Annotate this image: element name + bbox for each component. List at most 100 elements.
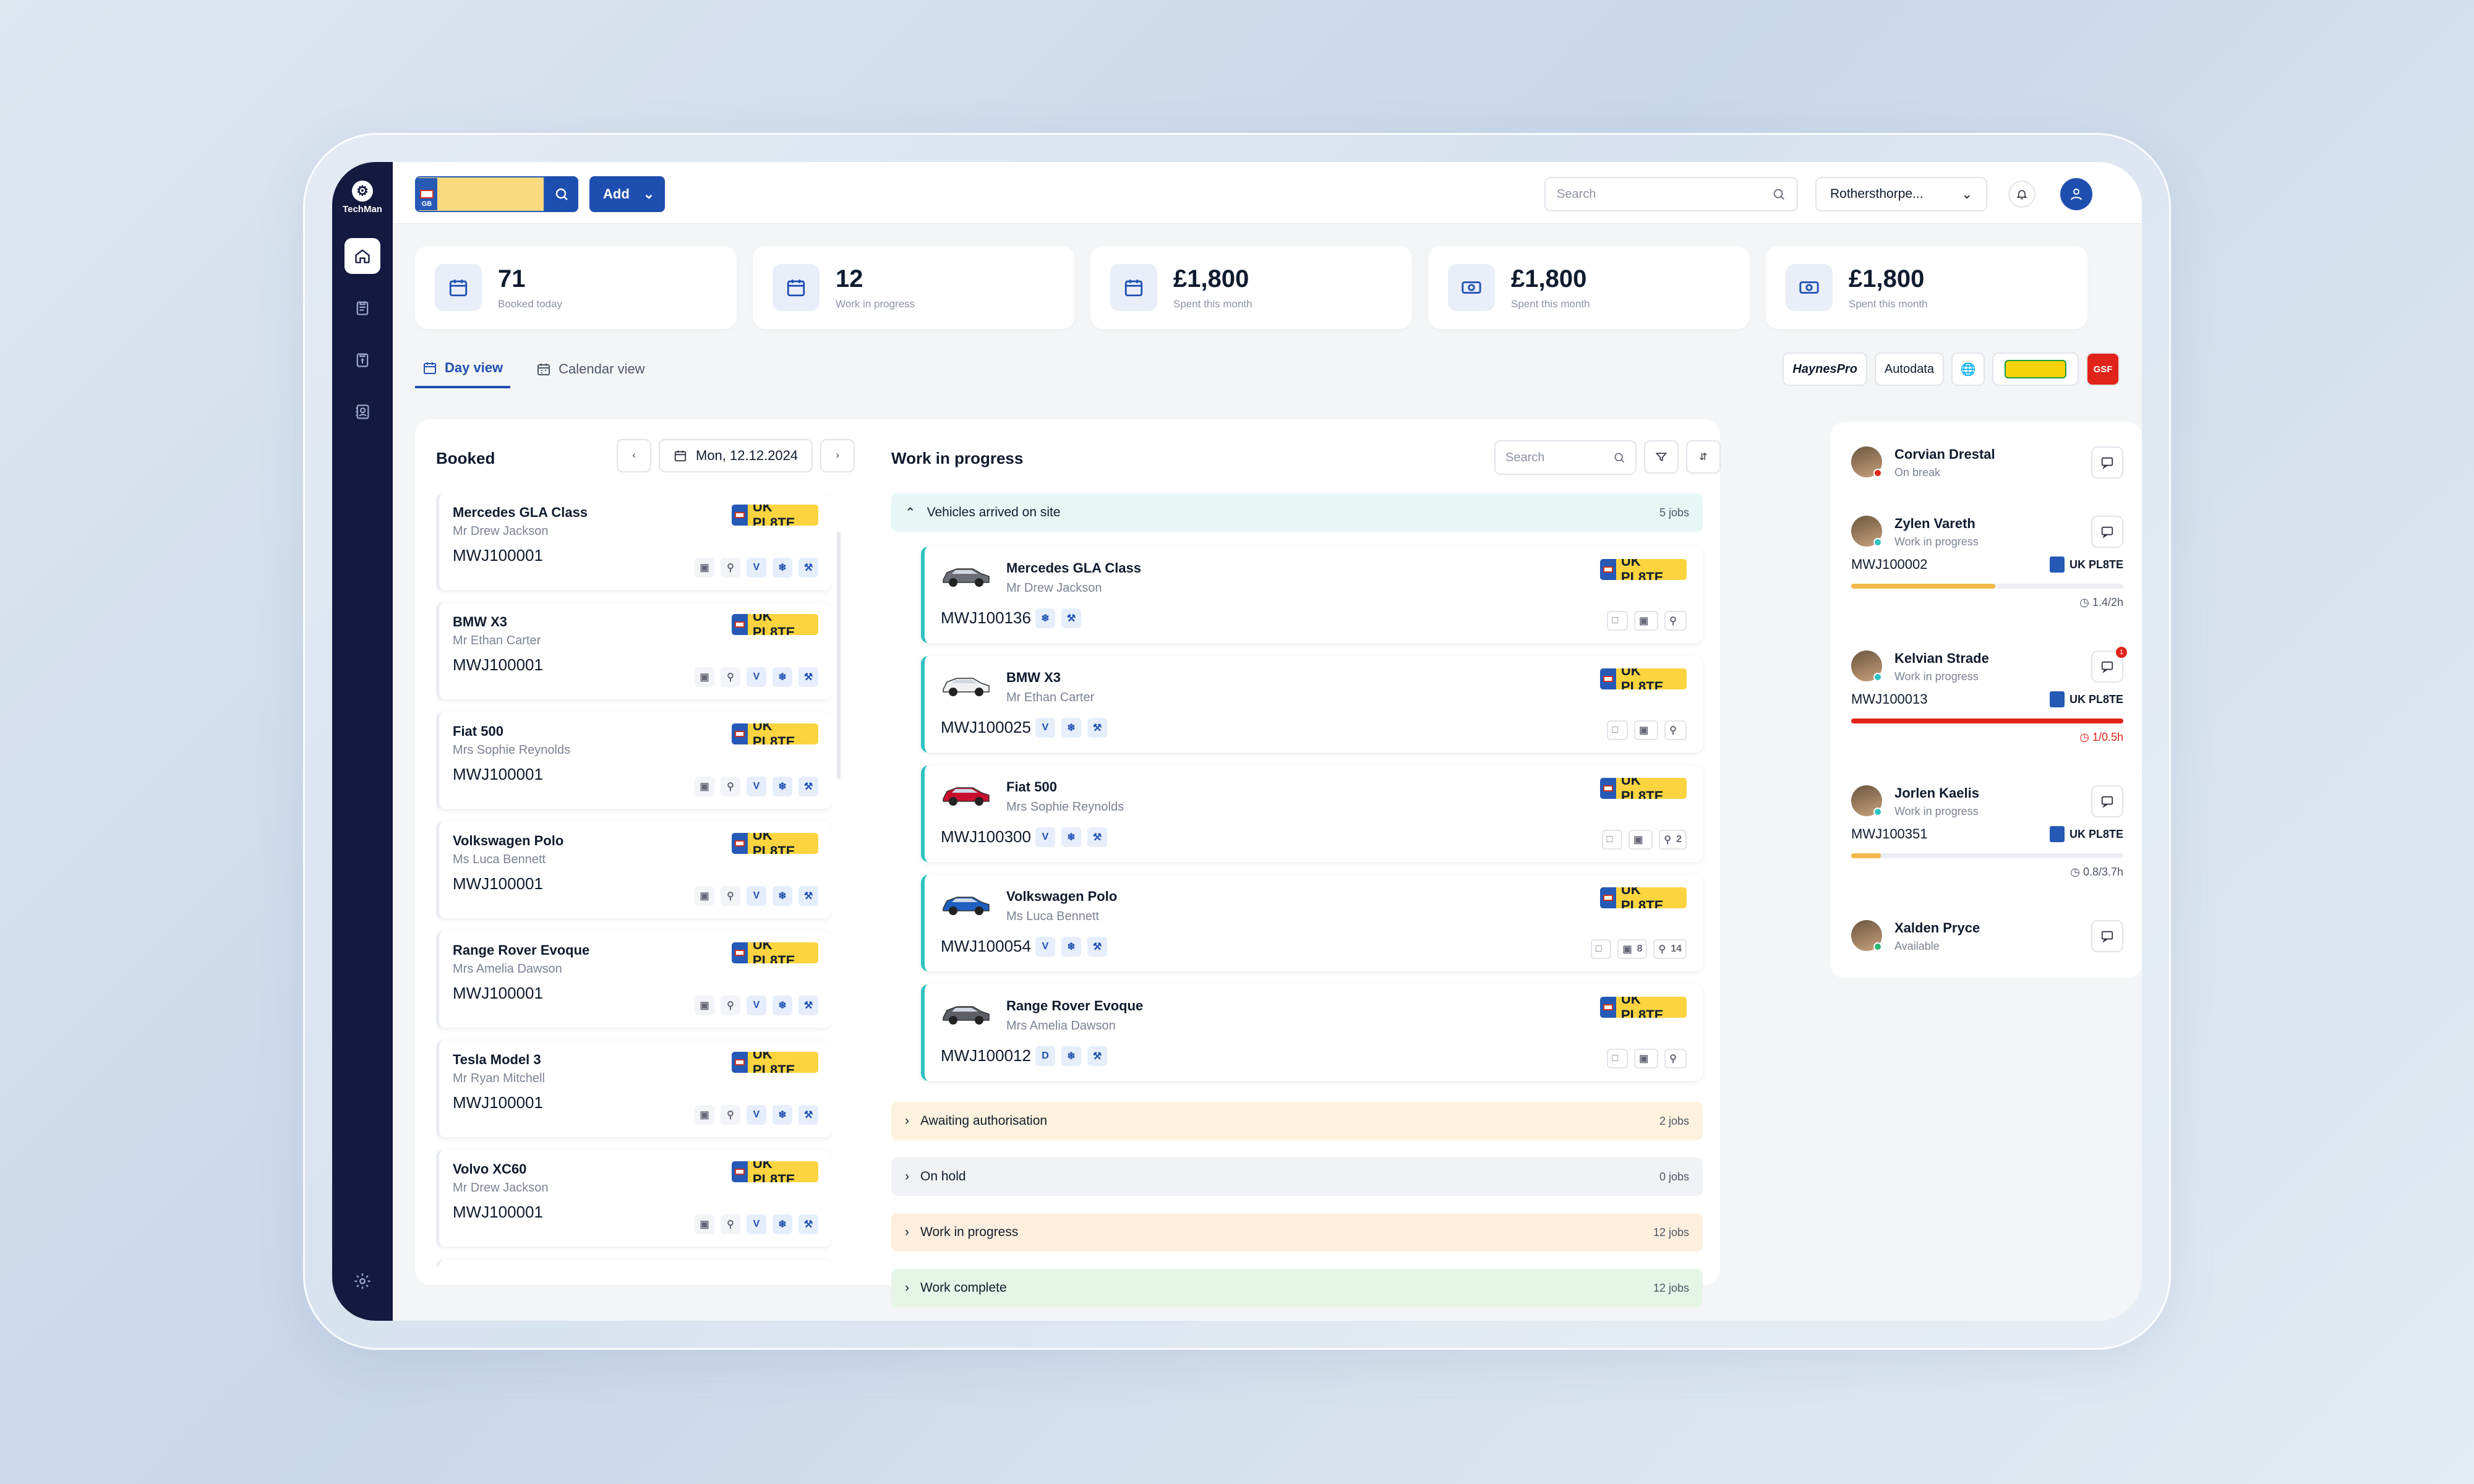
filter-button[interactable]: [1644, 440, 1679, 474]
seat-button[interactable]: ▣: [1634, 720, 1659, 740]
status-group-header[interactable]: › Awaiting authorisation 2 jobs: [891, 1102, 1703, 1140]
key-button[interactable]: ⚲ 14: [1653, 939, 1687, 959]
booked-list[interactable]: Mercedes GLA Class Mr Drew Jackson MWJ1000…: [436, 493, 832, 1266]
nav-home[interactable]: [345, 238, 380, 274]
car-model: Fiat 500: [1006, 779, 1057, 795]
job-number: MWJ100013: [1851, 691, 1928, 707]
status-dot: [1873, 538, 1882, 547]
comment-button[interactable]: □: [1607, 1049, 1629, 1068]
globe-icon[interactable]: 🌐: [1951, 352, 1985, 386]
wrench-icon: ⚒: [798, 558, 818, 578]
nav-jobs[interactable]: [345, 290, 380, 326]
comment-button[interactable]: □: [1607, 611, 1629, 631]
next-day-button[interactable]: ›: [820, 439, 855, 472]
number-plate: UK PL8TE: [732, 505, 818, 526]
booked-job-card[interactable]: BMW X3UK PL8TE: [436, 1260, 832, 1266]
booked-job-card[interactable]: Mercedes GLA Class Mr Drew Jackson MWJ1000…: [436, 493, 832, 590]
user-avatar-button[interactable]: [2060, 178, 2092, 210]
status-group-header[interactable]: ⌃ Vehicles arrived on site 5 jobs: [891, 493, 1703, 532]
key-button[interactable]: ⚲ 2: [1659, 830, 1687, 850]
autodata-logo[interactable]: Autodata: [1874, 352, 1944, 386]
stat-label: Spent this month: [1173, 297, 1252, 310]
message-button[interactable]: [2091, 516, 2123, 548]
gb-flag-icon: [1600, 887, 1616, 908]
card-actions: □ ▣ ⚲: [1607, 1049, 1687, 1068]
seat-button[interactable]: ▣ 8: [1617, 939, 1648, 959]
technician-name: Xalden Pryce: [1894, 920, 1980, 936]
location-select[interactable]: Rothersthorpe... ⌄: [1815, 177, 1987, 211]
notifications-button[interactable]: [2008, 181, 2035, 208]
wip-job-card[interactable]: Range Rover Evoque Mrs Amelia Dawson MWJ10…: [921, 984, 1703, 1081]
clipboard-icon: [356, 301, 369, 315]
gb-flag-icon: [732, 1052, 748, 1073]
global-search-input[interactable]: Search: [1544, 177, 1798, 211]
nav-settings[interactable]: [353, 1272, 372, 1294]
plate-search-button[interactable]: [545, 176, 578, 212]
comment-icon: □: [1595, 944, 1602, 954]
euro-car-parts-logo[interactable]: [1992, 352, 2079, 386]
key-button[interactable]: ⚲: [1664, 611, 1687, 631]
time-progress-bar: [1851, 719, 2123, 723]
tab-calendar-view[interactable]: Calendar view: [529, 360, 652, 388]
booked-job-card[interactable]: Fiat 500 Mrs Sophie Reynolds MWJ100001 UK P…: [436, 712, 832, 809]
stat-label: Spent this month: [1511, 297, 1590, 310]
wrench-icon: ⚒: [1087, 937, 1107, 957]
booked-scrollbar[interactable]: [837, 532, 841, 779]
booked-job-card[interactable]: Tesla Model 3 Mr Ryan Mitchell MWJ100001 UK…: [436, 1041, 832, 1137]
nav-invoices[interactable]: [345, 342, 380, 378]
seat-button[interactable]: ▣: [1634, 611, 1659, 631]
key-button[interactable]: ⚲: [1664, 1049, 1687, 1068]
plate-search-input[interactable]: GB: [415, 176, 545, 212]
add-button[interactable]: Add ⌄: [589, 176, 665, 212]
key-button[interactable]: ⚲: [1664, 720, 1687, 740]
nav-contacts[interactable]: [345, 394, 380, 430]
app-logo[interactable]: ⚙ TechMan: [343, 181, 382, 215]
customer-name: Mr Ethan Carter: [453, 634, 541, 647]
job-tags: ▣ ⚲ V ❄ ⚒: [695, 886, 818, 906]
booked-job-card[interactable]: Volvo XC60 Mr Drew Jackson MWJ100001 UK PL8…: [436, 1150, 832, 1247]
tab-day-view[interactable]: Day view: [415, 360, 511, 388]
status-group-header[interactable]: › On hold 0 jobs: [891, 1158, 1703, 1196]
seat-button[interactable]: ▣: [1629, 830, 1653, 850]
stat-card: 71 Booked today: [415, 246, 737, 329]
status-group-header[interactable]: › Work in progress 12 jobs: [891, 1213, 1703, 1252]
message-button[interactable]: [2091, 446, 2123, 479]
job-number: MWJ100012: [941, 1046, 1031, 1065]
seat-button[interactable]: ▣: [1634, 1049, 1659, 1068]
number-plate: UK PL8TE: [1600, 668, 1687, 689]
comment-button[interactable]: □: [1590, 939, 1612, 959]
customer-name: Mrs Sophie Reynolds: [1006, 800, 1124, 814]
message-button[interactable]: [2091, 920, 2123, 952]
card-actions: □ ▣ ⚲ 2: [1601, 830, 1687, 850]
wip-job-card[interactable]: Volkswagen Polo Ms Luca Bennett MWJ100054 V…: [921, 875, 1703, 971]
message-button[interactable]: [2091, 785, 2123, 817]
status-group-header[interactable]: › Work complete 12 jobs: [891, 1269, 1703, 1307]
car-model: Mercedes GLA Class: [1006, 560, 1142, 576]
stat-card: £1,800 Spent this month: [1766, 246, 2087, 329]
wip-job-card[interactable]: BMW X3 Mr Ethan Carter MWJ100025 V ❄ ⚒ UK PL8T…: [921, 656, 1703, 753]
gsf-logo[interactable]: GSF: [2086, 352, 2120, 386]
comment-button[interactable]: □: [1607, 720, 1629, 740]
car-image: [943, 897, 990, 915]
booked-job-card[interactable]: Range Rover Evoque Mrs Amelia Dawson MWJ10…: [436, 931, 832, 1028]
message-button[interactable]: 1: [2091, 647, 2127, 683]
sort-icon: ⇵: [1699, 452, 1708, 463]
haynespro-logo[interactable]: HaynesPro: [1783, 352, 1867, 386]
time-spent: ◷ 0.8/3.7h: [2070, 866, 2123, 878]
technician-status: Work in progress: [1894, 670, 1979, 683]
prev-day-button[interactable]: ‹: [617, 439, 651, 472]
comment-button[interactable]: □: [1601, 830, 1623, 850]
gb-flag-icon: [732, 1161, 748, 1182]
group-label: Awaiting authorisation: [920, 1114, 1048, 1128]
chevron-left-icon: ‹: [632, 450, 636, 461]
chevron-right-icon: ›: [836, 450, 839, 461]
sort-button[interactable]: ⇵: [1686, 440, 1721, 474]
wip-search-input[interactable]: Search: [1494, 440, 1637, 475]
gb-flag-icon: [732, 505, 748, 526]
booked-job-card[interactable]: Volkswagen Polo Ms Luca Bennett MWJ100001 U…: [436, 822, 832, 918]
car-seat-icon: ▣: [1622, 944, 1632, 955]
wip-job-card[interactable]: Fiat 500 Mrs Sophie Reynolds MWJ100300 V ❄ ⚒ U…: [921, 765, 1703, 862]
wip-job-card[interactable]: Mercedes GLA Class Mr Drew Jackson MWJ1001…: [921, 547, 1703, 643]
booked-job-card[interactable]: BMW X3 Mr Ethan Carter MWJ100001 UK PL8TE ▣ ⚲…: [436, 603, 832, 699]
date-picker[interactable]: Mon, 12.12.2024: [659, 439, 813, 472]
